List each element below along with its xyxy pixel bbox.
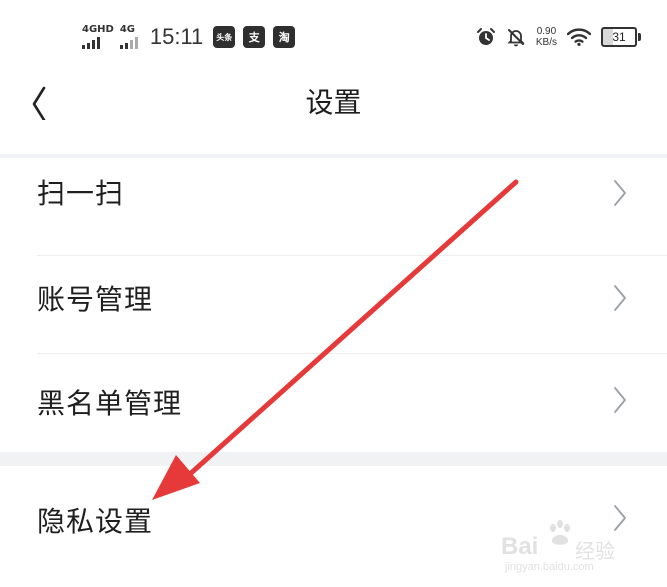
mute-bell-icon <box>507 29 525 47</box>
chevron-right-icon <box>614 180 626 206</box>
menu-item-scan[interactable]: 扫一扫 <box>0 158 667 256</box>
menu-item-account-management[interactable]: 账号管理 <box>0 256 667 354</box>
toutiao-app-icon: 头条 <box>213 26 236 48</box>
battery-icon: 31 <box>601 27 641 47</box>
menu-item-label: 隐私设置 <box>37 505 154 538</box>
page-title: 设置 <box>305 86 362 119</box>
alipay-app-icon: 支 <box>243 26 266 48</box>
speed-unit: KB/s <box>535 37 557 48</box>
status-bar-left: 4GHD 4G 15:11 头条 支 淘 <box>82 22 303 52</box>
network-label: 4GHD <box>82 24 114 35</box>
network-speed: 0.90 KB/s <box>536 26 557 48</box>
signal-icon <box>82 37 100 49</box>
battery-level: 31 <box>612 30 626 44</box>
clock: 15:11 <box>149 24 204 49</box>
chevron-right-icon <box>614 387 626 413</box>
chevron-right-icon <box>614 285 626 311</box>
taobao-app-icon: 淘 <box>273 26 296 48</box>
menu-item-privacy-settings[interactable]: 隐私设置 <box>0 466 667 587</box>
network-indicator-1: 4GHD <box>82 25 114 49</box>
menu-item-blacklist-management[interactable]: 黑名单管理 <box>0 354 667 452</box>
status-bar: 4GHD 4G 15:11 头条 支 淘 0.90 KB/s 31 <box>0 0 667 72</box>
status-bar-right: 0.90 KB/s 31 <box>476 22 641 52</box>
network-indicator-2: 4G <box>119 24 138 49</box>
network-label: 4G <box>119 24 136 35</box>
nav-bar: 设置 <box>0 72 667 154</box>
menu-item-label: 账号管理 <box>37 283 154 316</box>
menu-item-label: 扫一扫 <box>37 177 125 210</box>
chevron-right-icon <box>614 505 626 531</box>
wifi-icon <box>567 28 591 46</box>
section-divider <box>0 452 667 466</box>
menu-item-label: 黑名单管理 <box>37 387 183 420</box>
speed-value: 0.90 <box>536 26 557 37</box>
alarm-icon <box>476 28 495 45</box>
signal-icon <box>119 37 138 49</box>
